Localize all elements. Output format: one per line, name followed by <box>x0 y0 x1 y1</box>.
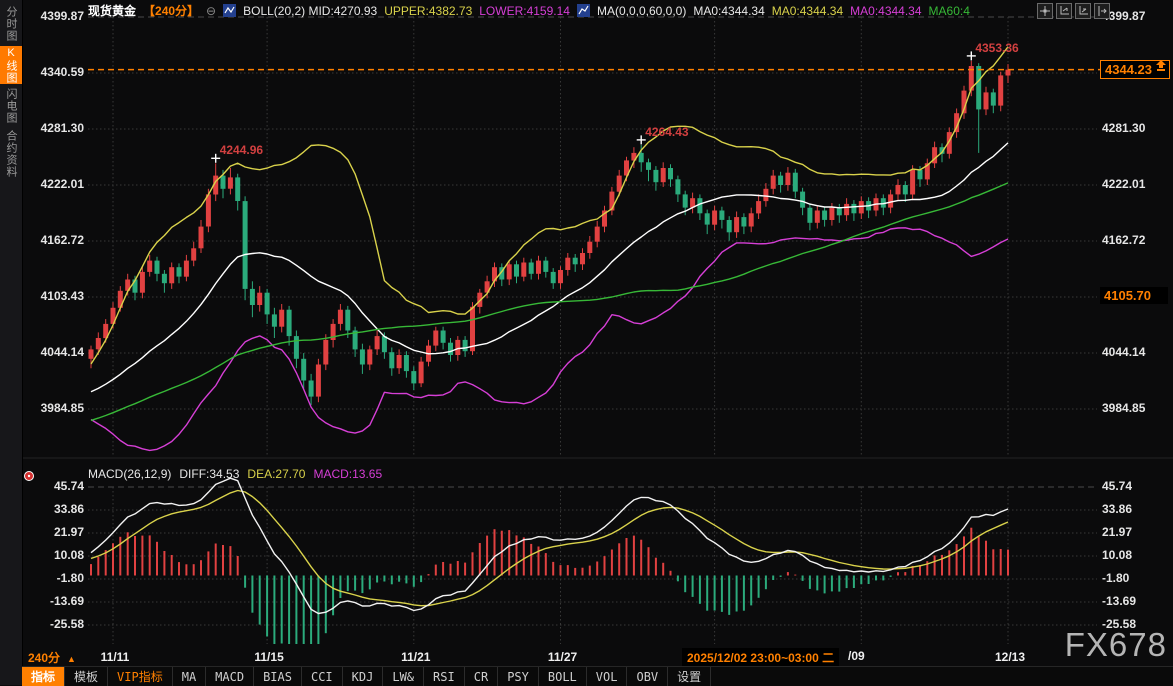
ma-legend-label: MA(0,0,0,60,0,0) <box>597 4 686 18</box>
boll-legend-text: BOLL(20,2) MID:4270.93 <box>243 4 377 18</box>
pan-right-icon[interactable] <box>1094 3 1110 19</box>
ma-indicator-chart-icon <box>577 4 590 17</box>
boll-indicator-chart-icon <box>223 4 236 17</box>
sidebar-tab-lightning[interactable]: 闪电图 <box>0 86 22 126</box>
toolbar-item-14[interactable]: VOL <box>587 667 628 686</box>
ma0-value-1: MA0:4344.34 <box>693 4 764 18</box>
indicator-toolbar: 指标模板VIP指标MAMACDBIASCCIKDJLW&RSICRPSYBOLL… <box>22 666 1173 686</box>
price-marker-box: 4105.70 <box>1100 287 1168 304</box>
price-flag-icon <box>1155 58 1167 76</box>
x-axis-scale-icon[interactable] <box>1075 3 1091 19</box>
macd-diff-value: DIFF:34.53 <box>179 467 239 481</box>
main-legend: 现货黄金 【240分】 ⊖ BOLL(20,2) MID:4270.93 UPP… <box>88 3 970 18</box>
toolbar-item-3[interactable]: VIP指标 <box>108 667 173 686</box>
period-dropdown[interactable]: 240分▲ <box>28 649 76 666</box>
ma60-value: MA60:4 <box>929 4 970 18</box>
chart-canvas[interactable] <box>0 0 1173 685</box>
collapse-indicator-icon[interactable]: ⊖ <box>206 4 216 18</box>
toolbar-item-11[interactable]: CR <box>465 667 498 686</box>
time-axis: 240分▲ 2025/12/02 23:00~03:00 二 /09 <box>22 646 1173 666</box>
boll-lower-value: LOWER:4159.14 <box>479 4 570 18</box>
ma0-value-2: MA0:4344.34 <box>772 4 843 18</box>
toolbar-item-13[interactable]: BOLL <box>539 667 587 686</box>
chart-tool-buttons <box>1037 3 1110 19</box>
toolbar-item-7[interactable]: CCI <box>302 667 343 686</box>
sidebar-tab-timeline[interactable]: 分时图 <box>0 4 22 44</box>
symbol-name: 现货黄金 <box>88 3 136 18</box>
macd-legend: MACD(26,12,9) DIFF:34.53 DEA:27.70 MACD:… <box>88 467 382 481</box>
period-badge: 【240分】 <box>143 3 199 18</box>
indicator-alert-icon <box>23 469 35 487</box>
macd-dea-value: DEA:27.70 <box>247 467 305 481</box>
chart-app-window: 4399.874399.874340.594340.594281.304281.… <box>0 0 1173 685</box>
toolbar-item-5[interactable]: MACD <box>206 667 254 686</box>
x-axis-date-partial: /09 <box>848 649 865 663</box>
toolbar-item-4[interactable]: MA <box>173 667 206 686</box>
toolbar-item-10[interactable]: RSI <box>424 667 465 686</box>
y-axis-scale-icon[interactable] <box>1056 3 1072 19</box>
ma0-value-3: MA0:4344.34 <box>850 4 921 18</box>
toolbar-item-16[interactable]: 设置 <box>668 667 711 686</box>
macd-title: MACD(26,12,9) <box>88 467 171 481</box>
sidebar: 分时图 K线图 闪电图 合约资料 <box>0 0 23 685</box>
toolbar-item-6[interactable]: BIAS <box>254 667 302 686</box>
toolbar-item-15[interactable]: OBV <box>627 667 668 686</box>
sidebar-tab-contract-info[interactable]: 合约资料 <box>0 128 22 180</box>
toolbar-item-8[interactable]: KDJ <box>343 667 384 686</box>
sidebar-tab-kline[interactable]: K线图 <box>0 46 22 84</box>
dropdown-up-icon: ▲ <box>67 654 76 664</box>
macd-value: MACD:13.65 <box>313 467 382 481</box>
crosshair-icon[interactable] <box>1037 3 1053 19</box>
watermark: FX678 <box>1065 626 1167 664</box>
toolbar-item-12[interactable]: PSY <box>498 667 539 686</box>
toolbar-item-1[interactable]: 指标 <box>22 667 65 686</box>
toolbar-item-2[interactable]: 模板 <box>65 667 108 686</box>
crosshair-date-tooltip: 2025/12/02 23:00~03:00 二 <box>682 648 839 667</box>
toolbar-item-9[interactable]: LW& <box>383 667 424 686</box>
boll-upper-value: UPPER:4382.73 <box>384 4 472 18</box>
